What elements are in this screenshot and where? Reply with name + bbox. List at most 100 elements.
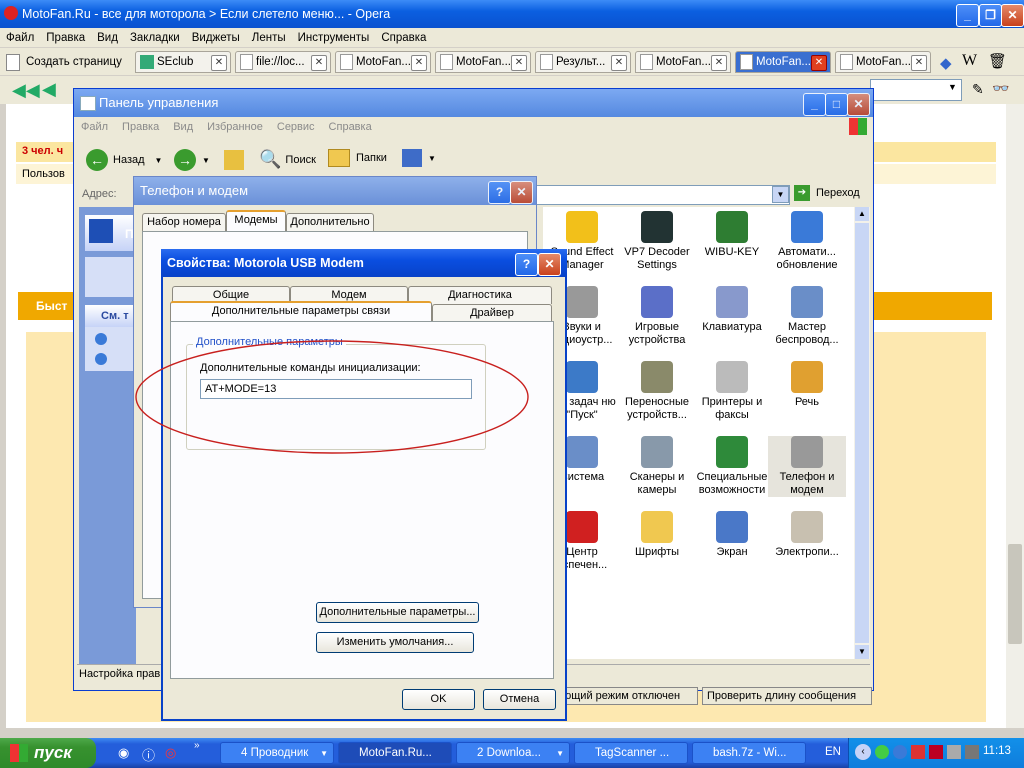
tray-pen-icon[interactable]: [947, 745, 961, 759]
cp-item-keyboard[interactable]: Клавиатура: [693, 286, 771, 334]
language-indicator[interactable]: EN: [825, 746, 841, 758]
menu-widgets[interactable]: Виджеты: [192, 32, 240, 44]
tab-close-icon[interactable]: ✕: [811, 55, 827, 71]
check-length-button[interactable]: Проверить длину сообщения: [702, 687, 872, 705]
cp-minimize-button[interactable]: _: [803, 93, 826, 116]
mode-status-button[interactable]: ющий режим отключен: [558, 687, 698, 705]
cp-scroll-thumb[interactable]: [855, 223, 869, 643]
help-icon[interactable]: [95, 353, 107, 365]
menu-view[interactable]: Вид: [97, 32, 118, 44]
page-scrollbar[interactable]: [1006, 104, 1024, 728]
cp-close-button[interactable]: ✕: [847, 93, 870, 116]
up-folder-icon[interactable]: [224, 150, 244, 170]
tab-advanced[interactable]: Дополнительно: [286, 213, 374, 231]
tab-close-icon[interactable]: ✕: [411, 55, 427, 71]
cp-item-on2[interactable]: VP7 Decoder Settings: [618, 211, 696, 272]
tray-volume-icon[interactable]: [965, 745, 979, 759]
menu-tools[interactable]: Инструменты: [298, 32, 370, 44]
cp-item-fonts-folder[interactable]: Шрифты: [618, 511, 696, 559]
windows-update-icon[interactable]: [95, 333, 107, 345]
cp-item-wibu-key[interactable]: WIBU-KEY: [693, 211, 771, 259]
change-defaults-button[interactable]: Изменить умолчания...: [316, 632, 474, 653]
tab-close-icon[interactable]: ✕: [611, 55, 627, 71]
cp-menu-edit[interactable]: Правка: [122, 121, 159, 133]
ok-button[interactable]: OK: [402, 689, 475, 710]
help-button[interactable]: ?: [515, 253, 538, 276]
cp-item-phone-modem[interactable]: Телефон и модем: [768, 436, 846, 497]
new-page-button[interactable]: Создать страницу: [6, 51, 122, 73]
minimize-button[interactable]: _: [956, 4, 979, 27]
close-button[interactable]: ✕: [1001, 4, 1024, 27]
cp-scrollbar[interactable]: ▲ ▼: [854, 207, 870, 659]
tab-close-icon[interactable]: ✕: [911, 55, 927, 71]
start-button[interactable]: пуск: [0, 738, 96, 768]
tab-close-icon[interactable]: ✕: [311, 55, 327, 71]
tab-close-icon[interactable]: ✕: [511, 55, 527, 71]
tab-motofan-3[interactable]: MotoFan... ✕: [635, 51, 731, 73]
page-scroll-thumb[interactable]: [1008, 544, 1022, 644]
back-arrow-icon[interactable]: ◀: [42, 79, 56, 100]
cp-menu-view[interactable]: Вид: [173, 121, 193, 133]
glasses-icon[interactable]: 👓: [992, 80, 1009, 97]
cp-item-globe-update[interactable]: Автомати... обновление: [768, 211, 846, 272]
cp-item-wireless[interactable]: Мастер беспровод...: [768, 286, 846, 347]
search-button[interactable]: 🔍 Поиск: [259, 149, 316, 170]
dropdown-arrow-icon[interactable]: ▼: [948, 82, 957, 92]
tray-network-icon[interactable]: [875, 745, 889, 759]
taskbar-explorer[interactable]: 4 Проводник ▼: [220, 742, 334, 764]
wikipedia-icon[interactable]: W: [962, 52, 977, 70]
tab-close-icon[interactable]: ✕: [211, 55, 227, 71]
tray-collapse-icon[interactable]: ‹: [855, 744, 871, 760]
go-button[interactable]: ➔ Переход: [794, 185, 860, 201]
menu-bookmarks[interactable]: Закладки: [130, 32, 180, 44]
cp-item-display[interactable]: Экран: [693, 511, 771, 559]
taskbar-opera[interactable]: MotoFan.Ru...: [338, 742, 452, 764]
cp-menu-help[interactable]: Справка: [329, 121, 372, 133]
menu-feeds[interactable]: Ленты: [252, 32, 286, 44]
advanced-port-settings-button[interactable]: Дополнительные параметры...: [316, 602, 479, 623]
tab-file[interactable]: file://loc... ✕: [235, 51, 331, 73]
cp-item-gamepad[interactable]: Игровые устройства: [618, 286, 696, 347]
views-button[interactable]: ▼: [402, 149, 436, 167]
back-button[interactable]: ← Назад ▼: [86, 149, 162, 171]
chevron-down-icon[interactable]: ▼: [155, 156, 163, 165]
pm-close-button[interactable]: ✕: [510, 181, 533, 204]
tab-seclub[interactable]: SEclub ✕: [135, 51, 231, 73]
menu-file[interactable]: Файл: [6, 32, 34, 44]
cp-item-power[interactable]: Электропи...: [768, 511, 846, 559]
scroll-down-icon[interactable]: ▼: [855, 645, 869, 659]
tray-globe-icon[interactable]: [893, 745, 907, 759]
forward-button[interactable]: → ▼: [174, 149, 210, 171]
tab-results[interactable]: Результ... ✕: [535, 51, 631, 73]
menu-edit[interactable]: Правка: [46, 32, 85, 44]
tab-motofan-active[interactable]: MotoFan... ✕: [735, 51, 831, 73]
cp-item-printer[interactable]: Принтеры и факсы: [693, 361, 771, 422]
taskbar-winrar[interactable]: bash.7z - Wi...: [692, 742, 806, 764]
cp-item-speech[interactable]: Речь: [768, 361, 846, 409]
taskbar-tagscanner[interactable]: TagScanner ...: [574, 742, 688, 764]
cp-item-scanner[interactable]: Сканеры и камеры: [618, 436, 696, 497]
panel-toggle-icon[interactable]: ◆: [940, 54, 952, 72]
tab-dialing[interactable]: Набор номера: [142, 213, 226, 231]
quicklaunch-opera-icon[interactable]: ◎: [165, 745, 176, 761]
pm-help-button[interactable]: ?: [488, 181, 511, 204]
cp-menu-favorites[interactable]: Избранное: [207, 121, 263, 133]
tab-driver[interactable]: Драйвер: [432, 304, 552, 322]
note-icon[interactable]: ✎: [972, 81, 984, 98]
chevron-down-icon[interactable]: ▼: [428, 154, 436, 163]
rewind-icon[interactable]: ◀◀: [12, 80, 40, 101]
quicklaunch-more-icon[interactable]: »: [194, 740, 200, 751]
cp-menu-tools[interactable]: Сервис: [277, 121, 315, 133]
tab-advanced-connection[interactable]: Дополнительные параметры связи: [170, 301, 432, 322]
tab-modems[interactable]: Модемы: [226, 210, 286, 231]
address-dropdown-icon[interactable]: ▼: [772, 186, 789, 203]
tray-security-icon[interactable]: [929, 745, 943, 759]
tab-motofan-1[interactable]: MotoFan... ✕: [335, 51, 431, 73]
tray-app-icon[interactable]: [911, 745, 925, 759]
folders-button[interactable]: Папки: [328, 149, 387, 167]
trash-icon[interactable]: 🗑: [988, 52, 1007, 70]
dialog-close-button[interactable]: ✕: [538, 253, 561, 276]
cancel-button[interactable]: Отмена: [483, 689, 556, 710]
cp-menu-file[interactable]: Файл: [81, 121, 108, 133]
cp-item-accessibility[interactable]: Специальные возможности: [693, 436, 771, 497]
